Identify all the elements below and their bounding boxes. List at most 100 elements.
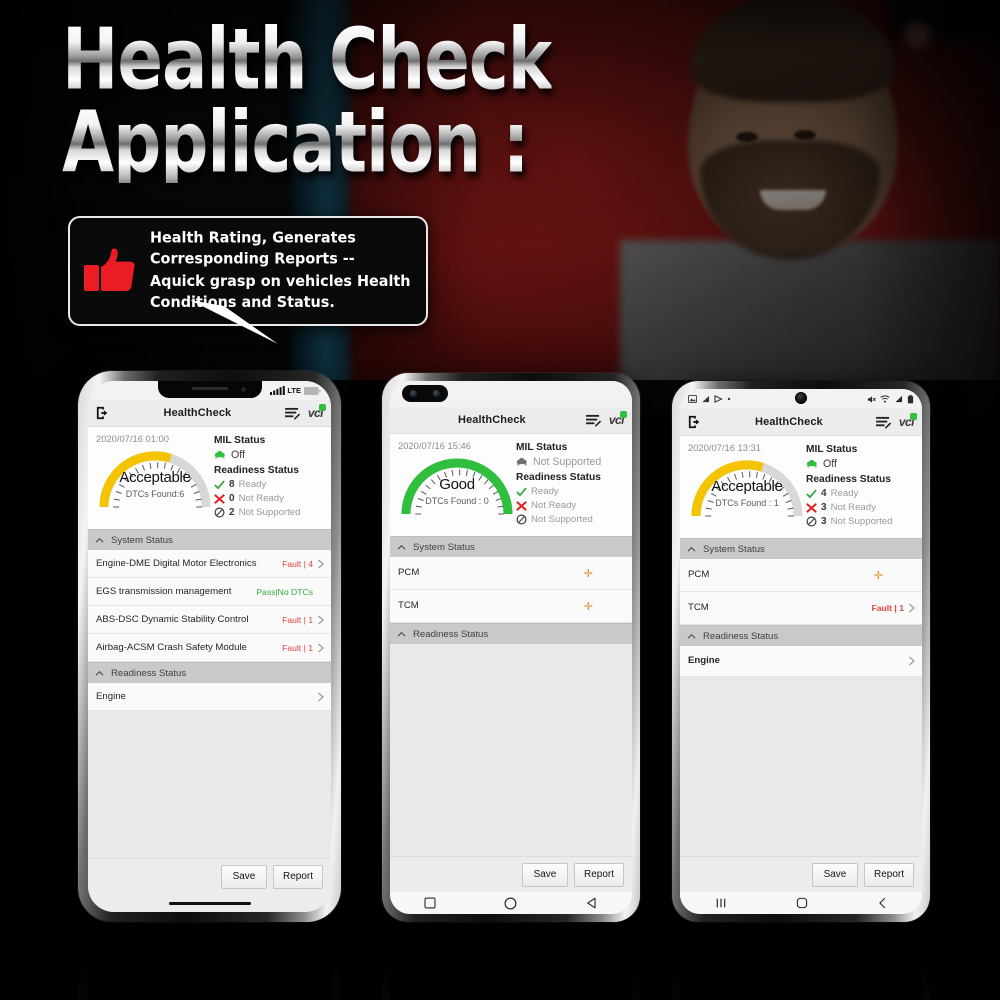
report-button[interactable]: Report — [573, 862, 624, 887]
status-bar — [680, 389, 922, 409]
summary-left: 2020/07/16 13:31 Acceptable DTCs Found:… — [688, 442, 806, 530]
section-title: Readiness Status — [703, 630, 779, 642]
list-empty-area — [680, 677, 922, 856]
table-row[interactable]: TCM Fault | 1 — [680, 592, 922, 625]
app-title: HealthCheck — [458, 414, 526, 426]
system-name: TCM — [398, 600, 419, 612]
dtc-found: DTCs Found : 0 — [425, 496, 489, 506]
vci-connected-badge — [620, 411, 627, 418]
chevron-up-icon — [95, 537, 104, 543]
summary-panel: 2020/07/16 13:31 Acceptable DTCs Found:… — [680, 436, 922, 538]
table-row[interactable]: ABS-DSC Dynamic Stability Control Fault … — [88, 606, 331, 634]
readiness-label: Not Ready — [238, 493, 284, 504]
blocked-icon — [516, 514, 527, 525]
readiness-label: Not Ready — [830, 502, 876, 513]
action-bar: Save Report — [88, 858, 331, 894]
report-list-icon[interactable] — [585, 414, 601, 427]
summary-panel: 2020/07/16 01:00 Acceptable DTCs Found:6… — [88, 427, 331, 529]
recents-lines-icon[interactable] — [715, 897, 727, 909]
section-title: Readiness Status — [413, 628, 489, 640]
list-empty-area — [390, 644, 632, 856]
readiness-item-not-supported: Not Supported — [516, 514, 624, 525]
phone-huawei: HealthCheck vci 2020/07/16 15:46 Good DT… — [382, 373, 640, 922]
back-triangle-icon[interactable] — [586, 897, 598, 909]
section-header-readiness-status[interactable]: Readiness Status — [88, 662, 331, 683]
exit-icon[interactable] — [96, 406, 110, 420]
home-indicator[interactable] — [88, 894, 331, 912]
report-button[interactable]: Report — [272, 864, 323, 889]
table-row[interactable]: Engine — [680, 646, 922, 677]
chevron-right-icon — [318, 643, 324, 652]
check-icon — [806, 488, 817, 499]
report-button[interactable]: Report — [863, 862, 914, 887]
save-button[interactable]: Save — [220, 864, 267, 889]
table-row[interactable]: Engine-DME Digital Motor Electronics Fau… — [88, 550, 331, 578]
system-name: Engine — [96, 690, 126, 702]
phone-frame: HealthCheck vci 2020/07/16 15:46 Good DT… — [382, 373, 640, 922]
cross-icon — [214, 493, 225, 504]
exit-icon[interactable] — [688, 415, 702, 429]
save-button[interactable]: Save — [521, 862, 568, 887]
signal-triangle-icon — [702, 395, 710, 403]
readiness-count: 0 — [229, 493, 235, 504]
section-header-system-status[interactable]: System Status — [680, 538, 922, 559]
section-title: System Status — [111, 534, 173, 546]
readiness-label: Ready — [531, 486, 559, 497]
section-title: System Status — [703, 543, 765, 555]
table-row[interactable]: Airbag-ACSM Crash Safety Module Fault | … — [88, 634, 331, 662]
readiness-count: 4 — [821, 488, 827, 499]
section-header-system-status[interactable]: System Status — [390, 536, 632, 557]
table-row[interactable]: Engine — [88, 683, 331, 711]
mil-status-row: Off — [806, 458, 914, 470]
phone-screen: HealthCheck vci 2020/07/16 13:31 Accepta… — [680, 389, 922, 914]
summary-panel: 2020/07/16 15:46 Good DTCs Found: 0 MIL… — [390, 434, 632, 536]
health-rating: Acceptable — [711, 478, 783, 495]
health-gauge: Good DTCs Found : 0 — [398, 454, 516, 516]
chevron-up-icon — [397, 631, 406, 637]
check-icon — [516, 486, 527, 497]
app-title: HealthCheck — [163, 407, 232, 419]
chevron-right-icon — [318, 615, 324, 624]
vci-icon[interactable]: vci — [308, 404, 326, 420]
section-header-readiness-status[interactable]: Readiness Status — [680, 625, 922, 646]
vci-icon[interactable]: vci — [609, 411, 627, 427]
system-status: Fault | 4 — [282, 558, 313, 569]
report-list-icon[interactable] — [875, 416, 891, 429]
table-row[interactable]: PCM ✛ — [390, 557, 632, 590]
health-gauge: Acceptable DTCs Found:6 — [96, 447, 214, 509]
vci-connected-badge — [910, 413, 917, 420]
vci-connected-badge — [319, 404, 326, 411]
health-rating: Good — [439, 476, 475, 493]
home-circle-icon[interactable] — [796, 897, 808, 909]
report-list-icon[interactable] — [284, 407, 300, 420]
loading-spinner-icon: ✛ — [873, 569, 883, 582]
vci-icon[interactable]: vci — [899, 413, 917, 429]
recents-square-icon[interactable] — [424, 897, 436, 909]
section-header-readiness-status[interactable]: Readiness Status — [390, 623, 632, 644]
mil-lamp-icon — [516, 457, 527, 466]
system-name: Engine-DME Digital Motor Electronics — [96, 557, 257, 569]
screenshot-icon — [688, 395, 697, 403]
loading-spinner-icon: ✛ — [583, 567, 593, 580]
network-label: LTE — [287, 386, 301, 395]
readiness-label: Not Ready — [531, 500, 577, 511]
phone-screen: LTE HealthCheck vci 2020/07/16 01:00 Acc… — [88, 381, 331, 912]
home-indicator-bar — [168, 901, 251, 905]
table-row[interactable]: EGS transmission management Pass|No DTCs — [88, 578, 331, 606]
play-store-icon — [714, 395, 723, 403]
mute-icon — [867, 395, 876, 403]
save-button[interactable]: Save — [811, 862, 858, 887]
system-status: Fault | 1 — [871, 603, 905, 613]
readiness-item-not-supported: 3 Not Supported — [806, 516, 914, 527]
table-row[interactable]: TCM ✛ — [390, 590, 632, 623]
table-row[interactable]: PCM ✛ — [680, 559, 922, 592]
system-name: Engine — [688, 655, 720, 667]
home-circle-icon[interactable] — [504, 897, 517, 910]
mil-status-title: MIL Status — [214, 435, 266, 446]
section-header-system-status[interactable]: System Status — [88, 529, 331, 550]
readiness-count: 8 — [229, 479, 235, 490]
front-camera-icon — [240, 387, 246, 392]
back-chevron-icon[interactable] — [877, 897, 888, 909]
mil-lamp-icon — [214, 450, 225, 459]
mil-status-value: Off — [231, 449, 245, 461]
